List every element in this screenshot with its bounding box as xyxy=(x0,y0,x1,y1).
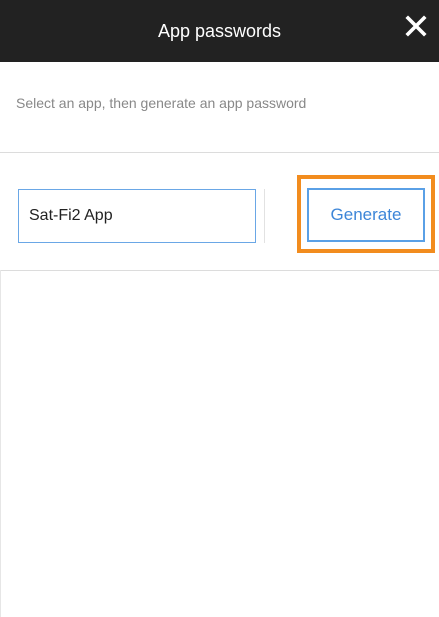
dialog-title: App passwords xyxy=(157,21,282,41)
dialog-subtitle: Select an app, then generate an app pass… xyxy=(16,95,307,111)
divider xyxy=(0,270,439,271)
field-edge xyxy=(264,189,265,243)
app-name-field-group xyxy=(18,189,268,243)
close-icon xyxy=(405,15,427,37)
close-button[interactable] xyxy=(403,13,429,39)
generate-button[interactable]: Generate xyxy=(307,188,425,242)
panel-edge xyxy=(0,270,1,617)
dialog-header: App passwords xyxy=(0,0,439,62)
app-name-input[interactable] xyxy=(18,189,256,243)
divider xyxy=(0,152,439,153)
